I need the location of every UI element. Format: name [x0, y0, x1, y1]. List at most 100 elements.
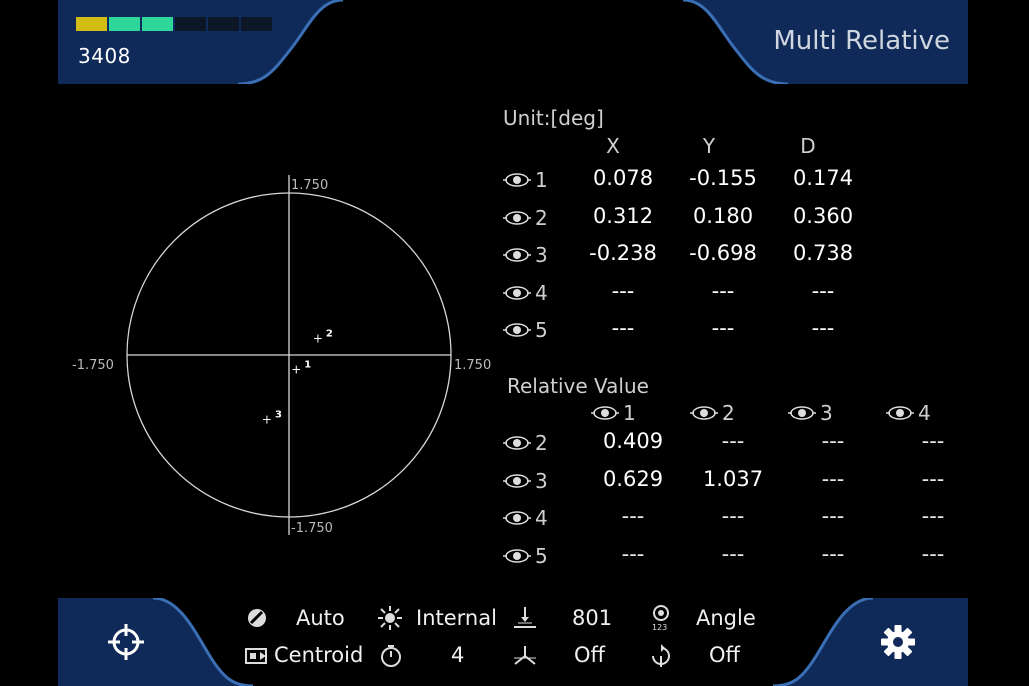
target-icon	[503, 285, 531, 300]
relative-value-3-1: 0.629	[602, 466, 664, 491]
target-icon	[503, 173, 531, 187]
measure-y-2: 0.180	[692, 203, 754, 228]
measure-row-label-4: 4	[503, 281, 548, 305]
target-icon	[788, 406, 816, 420]
light-icon	[376, 604, 404, 632]
crosshair-icon	[108, 624, 144, 660]
plot-point-1: +	[291, 362, 301, 376]
settings-panel	[768, 598, 968, 686]
rotate-icon	[647, 642, 675, 670]
plot-pos-x-label: 1.750	[454, 358, 491, 373]
level-panel: 3408	[58, 0, 348, 84]
relative-col-header-2: 2	[690, 401, 735, 425]
plot-point-label-2: 2	[326, 328, 333, 339]
crosshair-panel-bg	[58, 598, 254, 686]
target-icon	[690, 406, 718, 420]
relative-title: Relative Value	[507, 374, 649, 398]
detection-icon	[243, 642, 271, 670]
measure-d-1: 0.174	[792, 166, 854, 190]
relative-row-id: 2	[535, 431, 548, 455]
relative-col-id: 1	[623, 401, 636, 425]
meter-seg-3	[142, 17, 173, 31]
timer-value: 4	[451, 643, 465, 667]
measure-d-3: 0.738	[792, 241, 854, 265]
timer-icon	[377, 642, 405, 670]
relative-row-label-5: 5	[503, 544, 548, 568]
relative-value-4-1: ---	[621, 504, 645, 528]
relative-row-label-2: 2	[503, 431, 548, 455]
relative-value-2-2: ---	[721, 429, 745, 453]
relative-value-4-3: ---	[821, 504, 845, 528]
measure-d-2: 0.360	[792, 203, 854, 228]
settings-panel-bg	[772, 598, 968, 686]
measure-row-label-3: 3	[503, 243, 548, 267]
meter-seg-6	[241, 17, 272, 31]
relative-value-5-4: ---	[921, 541, 945, 566]
exposure-value: Auto	[296, 606, 345, 630]
relative-col-id: 4	[918, 401, 931, 425]
target-icon	[503, 548, 531, 563]
relative-value-2-4: ---	[921, 429, 945, 453]
measure-x-1: 0.078	[592, 166, 654, 190]
plot-points: +1+ 2+ 3	[262, 328, 333, 426]
crosshair-panel	[58, 598, 258, 686]
gain-value: 801	[572, 606, 613, 630]
gain-icon	[511, 604, 539, 632]
measure-row-id: 2	[535, 205, 548, 230]
plot-point-label-3: 3	[275, 410, 282, 421]
plot-neg-y-label: -1.750	[291, 521, 333, 536]
mode-panel: Multi Relative	[678, 0, 968, 84]
relative-row-id: 4	[535, 506, 548, 530]
relative-col-id: 2	[722, 401, 735, 425]
col-header-x: X	[606, 134, 620, 158]
relative-value-2-3: ---	[821, 429, 845, 453]
relative-value-3-2: 1.037	[702, 466, 764, 491]
target-icon	[503, 210, 531, 225]
relative-value-3-3: ---	[821, 466, 845, 491]
meter-seg-1	[76, 17, 107, 31]
plot-neg-x-label: -1.750	[72, 358, 114, 373]
measure-y-5: ---	[711, 316, 735, 340]
meter-seg-2	[109, 17, 140, 31]
relative-col-header-1: 1	[591, 401, 636, 425]
target-plot: 1.750 -1.750 1.750 -1.750 +1+ 2+ 3	[72, 175, 491, 536]
measure-y-4: ---	[711, 278, 735, 303]
target-icon	[591, 406, 619, 420]
unit-label: Unit:[deg]	[503, 106, 604, 130]
measure-y-3: -0.698	[689, 241, 757, 265]
measure-row-label-5: 5	[503, 318, 548, 342]
relative-value-4-4: ---	[921, 504, 945, 528]
relative-col-header-4: 4	[886, 401, 931, 425]
rotate-value: Off	[709, 643, 740, 667]
level-value: 3408	[78, 44, 131, 68]
relative-col-header-3: 3	[788, 401, 833, 425]
relative-row-label-4: 4	[503, 506, 548, 530]
relative-col-id: 3	[820, 401, 833, 425]
plot-point-label-1: 1	[304, 359, 311, 370]
target-icon	[503, 248, 531, 262]
meter-seg-5	[208, 17, 239, 31]
plot-point-2: +	[313, 331, 323, 345]
col-header-y: Y	[702, 134, 716, 158]
meter-seg-4	[175, 17, 206, 31]
relative-row-id: 3	[535, 468, 548, 493]
light-value: Internal	[416, 606, 497, 630]
target-icon	[503, 473, 531, 488]
relative-value-2-1: 0.409	[602, 429, 664, 453]
measure-x-2: 0.312	[592, 203, 654, 228]
measure-row-id: 4	[535, 280, 548, 305]
relative-value-5-1: ---	[621, 541, 645, 566]
measure-x-5: ---	[611, 316, 635, 340]
measure-row-label-1: 1	[503, 168, 548, 192]
relative-value-3-4: ---	[921, 466, 945, 491]
display-icon: 123	[647, 603, 675, 631]
target-icon	[503, 511, 531, 525]
level-panel-bg	[58, 0, 344, 84]
filter-icon	[511, 642, 539, 670]
detection-value: Centroid	[274, 643, 364, 667]
settings-button[interactable]	[874, 618, 922, 666]
target-icon	[503, 436, 531, 450]
crosshair-button[interactable]	[102, 618, 150, 666]
exposure-icon	[243, 604, 271, 632]
relative-value-4-2: ---	[721, 504, 745, 528]
